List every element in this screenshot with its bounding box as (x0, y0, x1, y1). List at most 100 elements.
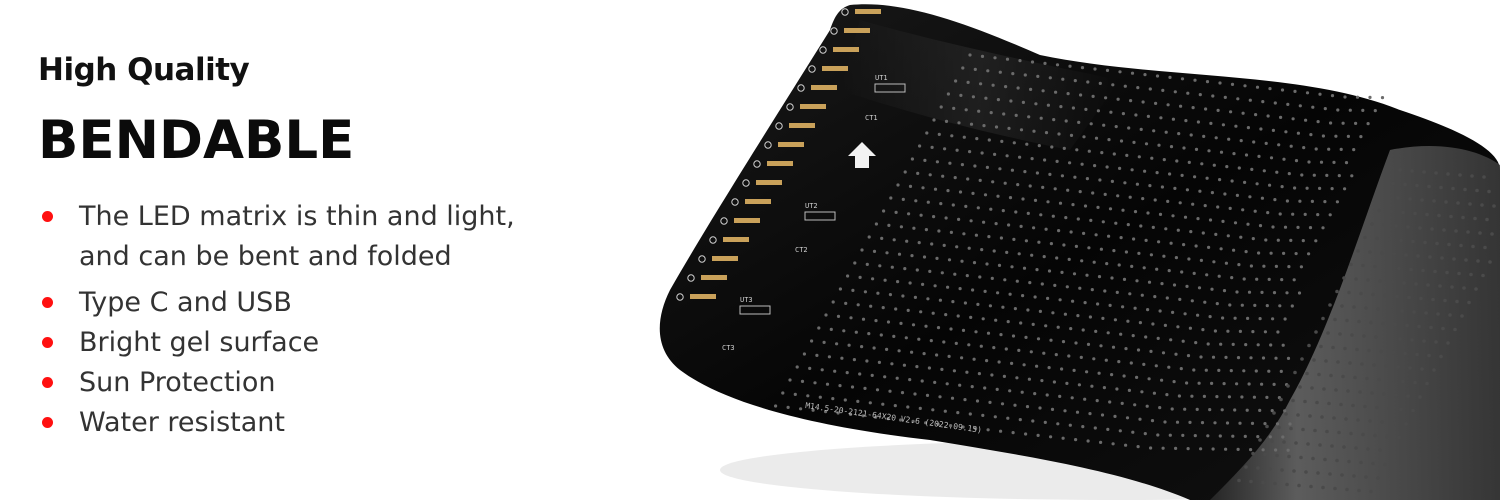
led-dot (856, 399, 860, 403)
led-dot (917, 337, 921, 341)
led-dot (1285, 482, 1289, 487)
led-dot (1448, 313, 1452, 317)
led-dot (1279, 115, 1283, 119)
led-dot (937, 229, 941, 233)
led-dot (1030, 253, 1034, 257)
led-dot (1268, 183, 1272, 187)
led-dot (1461, 215, 1465, 220)
led-dot (983, 193, 988, 197)
led-dot (1428, 255, 1432, 259)
led-dot (1471, 244, 1475, 249)
led-dot (1273, 101, 1277, 105)
led-dot (886, 320, 891, 324)
led-dot (1103, 192, 1107, 196)
led-dot (1334, 134, 1338, 138)
led-dot (966, 177, 970, 181)
led-dot (903, 170, 907, 174)
led-dot (1231, 342, 1235, 346)
led-dot (1304, 118, 1308, 122)
led-dot (1024, 239, 1028, 243)
led-dot (922, 352, 926, 356)
led-dot (1384, 195, 1388, 199)
led-dot (1033, 198, 1038, 202)
led-dot (1192, 271, 1196, 275)
led-dot (860, 248, 864, 252)
led-dot (1165, 296, 1169, 300)
led-dot (867, 332, 871, 336)
led-dot (1160, 185, 1164, 189)
led-dot (879, 333, 883, 337)
led-dot (1155, 267, 1159, 271)
led-dot (944, 216, 948, 220)
led-dot (1164, 227, 1168, 231)
led-dot (1062, 146, 1066, 150)
led-dot (946, 285, 950, 289)
led-dot (945, 382, 949, 386)
led-dot (890, 362, 894, 366)
led-dot (1035, 268, 1039, 272)
led-dot (1136, 445, 1140, 449)
led-dot (1318, 443, 1322, 447)
led-dot (1059, 105, 1063, 109)
led-dot (980, 248, 984, 252)
led-dot (966, 80, 970, 84)
led-dot (1455, 299, 1459, 304)
led-dot (926, 297, 930, 301)
led-dot (838, 287, 842, 291)
led-dot (1231, 434, 1235, 438)
led-dot (1251, 237, 1255, 241)
led-dot (1324, 359, 1328, 363)
led-dot (1369, 320, 1373, 325)
led-dot (1049, 338, 1053, 342)
led-dot (1254, 369, 1258, 373)
led-dot (975, 137, 979, 141)
led-dot (1278, 212, 1282, 216)
led-dot (939, 202, 943, 206)
led-dot (1023, 170, 1027, 174)
led-dot (1156, 336, 1160, 340)
led-dot (961, 328, 966, 332)
led-dot (1291, 212, 1295, 216)
led-dot (1105, 165, 1109, 169)
led-dot (997, 360, 1001, 364)
led-dot (1010, 361, 1014, 365)
led-dot (1434, 340, 1438, 344)
led-dot (1010, 168, 1014, 172)
led-dot (887, 223, 891, 227)
led-dot (1007, 223, 1011, 227)
led-dot (1278, 304, 1282, 308)
led-dot (1352, 474, 1356, 478)
feature-item-thin-light: The LED matrix is thin and light, and ca… (38, 197, 598, 277)
led-dot (1249, 264, 1253, 268)
led-dot (1390, 280, 1394, 284)
led-dot (907, 212, 911, 216)
led-dot (976, 302, 980, 306)
led-dot (1137, 155, 1141, 159)
led-dot (996, 291, 1000, 295)
led-dot (1400, 309, 1404, 313)
led-dot (1258, 317, 1262, 321)
led-dot (1416, 254, 1420, 258)
led-dot (1235, 290, 1239, 294)
led-dot (1275, 170, 1279, 174)
led-dot (893, 404, 897, 408)
led-dot (1297, 291, 1302, 295)
led-dot (1128, 292, 1132, 296)
led-dot (835, 342, 839, 346)
led-dot (1152, 391, 1156, 395)
led-dot (1188, 420, 1192, 424)
led-dot (1097, 371, 1101, 375)
led-dot (800, 379, 805, 383)
led-dot (1239, 139, 1243, 143)
led-dot (1019, 128, 1024, 132)
led-dot (936, 326, 941, 330)
led-dot (954, 79, 958, 83)
led-dot (1104, 96, 1108, 100)
led-dot (1153, 198, 1157, 202)
led-dot (1068, 423, 1072, 427)
led-dot (1327, 401, 1331, 406)
led-dot (971, 95, 975, 99)
led-dot (860, 345, 864, 349)
led-dot (1366, 278, 1370, 282)
led-dot (1454, 229, 1458, 233)
